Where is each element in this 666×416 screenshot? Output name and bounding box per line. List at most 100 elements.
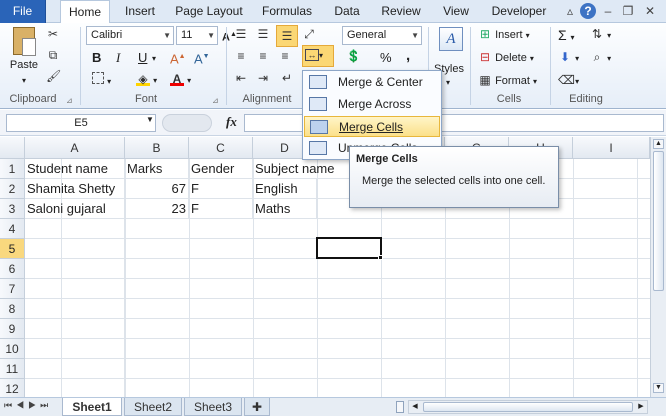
cell-b3[interactable]: 23 xyxy=(125,199,189,219)
tab-insert[interactable]: Insert xyxy=(118,0,162,23)
find-select-button[interactable]: ⌕ ▾ xyxy=(590,50,611,67)
paste-button[interactable]: Paste ▾ xyxy=(8,27,40,89)
number-format-combo[interactable]: General ▼ xyxy=(342,26,422,45)
select-all-corner[interactable] xyxy=(0,137,25,159)
dialog-launcher-icon[interactable]: ⊿ xyxy=(212,93,219,109)
tab-review[interactable]: Review xyxy=(376,0,426,23)
font-size-combo[interactable]: 11 ▼ xyxy=(176,26,218,45)
cell-c1[interactable]: Gender xyxy=(189,159,253,179)
row-header[interactable]: 8 xyxy=(0,299,25,319)
row-header[interactable]: 11 xyxy=(0,359,25,379)
insert-sheet-icon[interactable]: ✚ xyxy=(244,398,270,416)
cell-c3[interactable]: F xyxy=(189,199,253,219)
row-header[interactable]: 10 xyxy=(0,339,25,359)
vertical-scrollbar[interactable]: ▲ ▼ xyxy=(650,137,666,397)
increase-indent-button[interactable]: ⇥ xyxy=(256,71,270,87)
italic-button[interactable]: I xyxy=(116,50,120,66)
comma-style-button[interactable]: , xyxy=(406,48,410,64)
cell-a2[interactable]: Shamita Shetty xyxy=(25,179,125,199)
tab-split-handle[interactable] xyxy=(396,401,404,413)
sort-filter-button[interactable]: ⇅ ▾ xyxy=(590,27,611,44)
borders-button[interactable]: ▾ xyxy=(92,72,111,90)
insert-function-button[interactable]: fx xyxy=(226,114,237,130)
column-header[interactable]: C xyxy=(189,137,253,159)
underline-button[interactable]: U xyxy=(138,50,147,66)
cell-b1[interactable]: Marks xyxy=(125,159,189,179)
insert-cells-button[interactable]: ⊞ Insert ▾ xyxy=(478,27,530,44)
align-bottom-button[interactable]: ☰ xyxy=(276,25,298,47)
cell-a1[interactable]: Student name xyxy=(25,159,125,179)
cell-d2[interactable]: English xyxy=(253,179,317,199)
tab-home[interactable]: Home xyxy=(60,0,110,24)
format-cells-button[interactable]: ▦ Format ▾ xyxy=(478,73,537,90)
grow-text-icon[interactable]: A▲ xyxy=(170,49,186,67)
cut-button[interactable]: ✂ xyxy=(46,27,60,43)
bold-button[interactable]: B xyxy=(92,50,101,66)
decrease-indent-button[interactable]: ⇤ xyxy=(234,71,248,87)
shrink-text-icon[interactable]: A▼ xyxy=(194,49,210,67)
autosum-button[interactable]: Σ ▾ xyxy=(558,27,575,46)
copy-button[interactable]: ⧉ xyxy=(46,48,60,64)
tab-page-layout[interactable]: Page Layout xyxy=(172,0,246,23)
align-right-button[interactable]: ≡ xyxy=(278,49,292,65)
orientation-button[interactable]: ⤢ xyxy=(302,27,316,43)
scroll-thumb[interactable] xyxy=(653,151,664,291)
name-box[interactable]: E5 xyxy=(6,114,156,132)
scroll-left-icon[interactable]: ◀ xyxy=(409,401,421,413)
horizontal-scroll-thumb[interactable] xyxy=(423,402,633,412)
align-left-button[interactable]: ≡ xyxy=(234,49,248,65)
fill-button[interactable]: ⬇ ▾ xyxy=(558,50,579,67)
menu-item-merge-across[interactable]: Merge Across xyxy=(304,94,440,115)
menu-item-merge-center[interactable]: Merge & Center xyxy=(304,72,440,93)
align-middle-button[interactable]: ☰ xyxy=(256,27,270,43)
row-header[interactable]: 6 xyxy=(0,259,25,279)
tab-view[interactable]: View xyxy=(436,0,476,23)
tab-formulas[interactable]: Formulas xyxy=(256,0,318,23)
clear-button[interactable]: ⌫ ▾ xyxy=(558,73,579,90)
column-header[interactable]: I xyxy=(573,137,650,159)
column-header[interactable]: A xyxy=(25,137,125,159)
menu-item-merge-cells[interactable]: Merge Cells xyxy=(304,116,440,137)
chevron-down-icon[interactable]: ▾ xyxy=(152,51,156,67)
row-header[interactable]: 1 xyxy=(0,159,25,179)
delete-cells-button[interactable]: ⊟ Delete ▾ xyxy=(478,50,534,67)
chevron-down-icon[interactable]: ▼ xyxy=(146,115,154,124)
help-icon[interactable]: ? xyxy=(580,3,596,19)
row-header[interactable]: 12 xyxy=(0,379,25,399)
wrap-text-button[interactable]: ↵ xyxy=(280,71,294,87)
row-header[interactable]: 2 xyxy=(0,179,25,199)
close-window-icon[interactable]: ✕ xyxy=(642,3,658,19)
fill-color-button[interactable]: ◈ ▾ xyxy=(136,72,157,89)
sheet-tab-sheet3[interactable]: Sheet3 xyxy=(184,398,242,416)
restore-window-icon[interactable]: ❐ xyxy=(620,3,636,19)
sheet-navigation-icons[interactable]: ⏮◀▶⏭ xyxy=(4,400,52,411)
font-color-button[interactable]: A ▾ xyxy=(170,72,191,89)
cell-a3[interactable]: Saloni gujaral xyxy=(25,199,125,219)
font-name-combo[interactable]: Calibri ▼ xyxy=(86,26,174,45)
fill-handle[interactable] xyxy=(378,255,383,260)
cell-c2[interactable]: F xyxy=(189,179,253,199)
cell-d3[interactable]: Maths xyxy=(253,199,317,219)
chevron-down-icon[interactable]: ▾ xyxy=(446,75,450,91)
scroll-right-icon[interactable]: ▶ xyxy=(635,401,647,413)
column-header[interactable]: B xyxy=(125,137,189,159)
accounting-format-button[interactable]: 💲 xyxy=(346,49,361,65)
row-header[interactable]: 4 xyxy=(0,219,25,239)
row-header[interactable]: 9 xyxy=(0,319,25,339)
row-header[interactable]: 7 xyxy=(0,279,25,299)
scroll-up-icon[interactable]: ▲ xyxy=(653,139,664,149)
dialog-launcher-icon[interactable]: ⊿ xyxy=(66,93,73,109)
scroll-down-icon[interactable]: ▼ xyxy=(653,383,664,393)
row-header[interactable]: 3 xyxy=(0,199,25,219)
align-center-button[interactable]: ≡ xyxy=(256,49,270,65)
tab-data[interactable]: Data xyxy=(328,0,366,23)
sheet-tab-sheet1[interactable]: Sheet1 xyxy=(62,398,122,416)
percent-button[interactable]: % xyxy=(380,50,392,66)
merge-center-button[interactable]: ↔ ▾ xyxy=(302,45,334,67)
minimize-window-icon[interactable]: – xyxy=(600,3,616,19)
tab-file[interactable]: File xyxy=(0,0,46,23)
active-cell-e5[interactable] xyxy=(316,237,382,259)
align-top-button[interactable]: ☰ xyxy=(234,27,248,43)
horizontal-scrollbar[interactable]: ◀ ▶ xyxy=(408,400,648,414)
tab-developer[interactable]: Developer xyxy=(486,0,552,23)
